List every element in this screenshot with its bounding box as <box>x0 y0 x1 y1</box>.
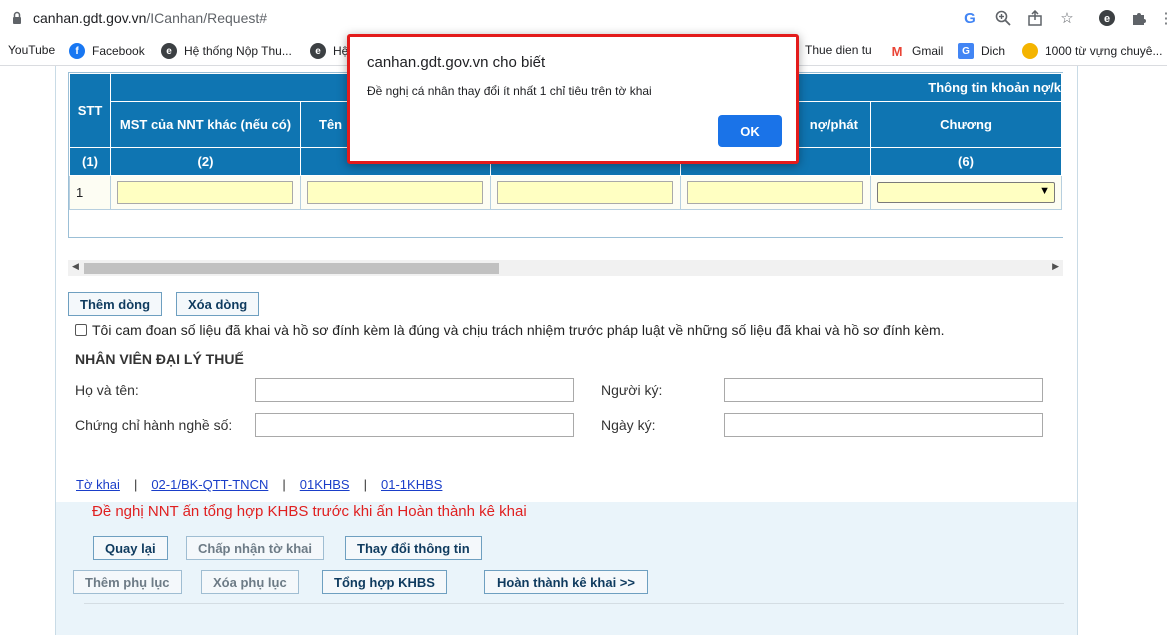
complete-declaration-button[interactable]: Hoàn thành kê khai >> <box>484 570 648 594</box>
table-row: 1 ▼ <box>69 175 1062 210</box>
table-cell <box>490 175 681 210</box>
alert-dialog: canhan.gdt.gov.vn cho biết Đề nghị cá nh… <box>347 34 799 164</box>
mst-input[interactable] <box>117 181 293 204</box>
tab-01khbs[interactable]: 01KHBS <box>300 477 350 492</box>
svg-text:e: e <box>1104 13 1110 25</box>
bookmark-label: Facebook <box>92 44 145 58</box>
signer-field[interactable] <box>724 378 1043 402</box>
warning-message: Đề nghị NNT ấn tổng hợp KHBS trước khi ấ… <box>92 503 527 520</box>
url-path: /ICanhan/Request# <box>146 10 268 26</box>
tab-to-khai[interactable]: Tờ khai <box>76 477 120 492</box>
bookmark-gmail[interactable]: M Gmail <box>889 43 943 59</box>
horizontal-scrollbar[interactable]: ◀ ▶ <box>68 260 1063 276</box>
cert-label: Chứng chỉ hành nghề số: <box>75 417 233 433</box>
agent-name-field[interactable] <box>255 378 574 402</box>
bookmark-label: Hệ thống Nộp Thu... <box>184 44 292 58</box>
zoom-icon[interactable] <box>993 8 1013 28</box>
bookmark-label: Dich <box>981 44 1006 58</box>
no-phat-input[interactable] <box>687 181 863 204</box>
bookmark-1000-tu-vung[interactable]: 1000 từ vựng chuyê... <box>1022 43 1162 59</box>
address-bar[interactable]: canhan.gdt.gov.vn/ICanhan/Request# G ☆ e… <box>0 0 1167 36</box>
scroll-right-icon[interactable]: ▶ <box>1052 261 1059 272</box>
table-cell: ▼ <box>870 175 1062 210</box>
extension-e-icon[interactable]: e <box>1097 8 1117 28</box>
add-appendix-button[interactable]: Thêm phụ lục <box>73 570 182 594</box>
bookmark-dich[interactable]: G Dich <box>958 43 1005 59</box>
summarize-khbs-button[interactable]: Tổng hợp KHBS <box>322 570 447 594</box>
sign-date-field[interactable] <box>724 413 1043 437</box>
lock-icon <box>13 11 21 24</box>
bookmark-facebook[interactable]: f Facebook <box>69 43 145 59</box>
add-row-button[interactable]: Thêm dòng <box>68 292 163 316</box>
declaration-checkbox[interactable] <box>75 324 87 336</box>
menu-icon[interactable]: ⋮ <box>1156 8 1167 28</box>
chuong-select[interactable]: ▼ <box>877 182 1055 203</box>
dialog-message: Đề nghị cá nhân thay đổi ít nhất 1 chỉ t… <box>367 84 652 98</box>
share-icon[interactable] <box>1025 8 1045 28</box>
bookmark-label: Thue dien tu <box>805 43 872 57</box>
bookmark-youtube[interactable]: YouTube <box>8 43 55 57</box>
col-number: (6) <box>870 147 1062 176</box>
bookmark-thue-dien-tu[interactable]: Thue dien tu <box>805 43 872 57</box>
agent-section-title: NHÂN VIÊN ĐẠI LÝ THUẾ <box>75 351 244 367</box>
table-cell <box>680 175 871 210</box>
site-e-icon: e <box>161 43 177 59</box>
bookmark-he-thong[interactable]: e Hệ thống Nộp Thu... <box>161 43 292 59</box>
col-chuong-header: Chương <box>870 101 1062 148</box>
cert-field[interactable] <box>255 413 574 437</box>
agent-name-label: Họ và tên: <box>75 382 139 398</box>
facebook-icon: f <box>69 43 85 59</box>
dialog-title: canhan.gdt.gov.vn cho biết <box>367 54 546 71</box>
translate-icon: G <box>958 43 974 59</box>
delete-row-button[interactable]: Xóa dòng <box>176 292 260 316</box>
chevron-down-icon: ▼ <box>1039 185 1050 197</box>
url-host: canhan.gdt.gov.vn <box>33 10 147 26</box>
accept-declaration-button[interactable]: Chấp nhận tờ khai <box>186 536 324 560</box>
signer-label: Người ký: <box>601 382 663 398</box>
row-index: 1 <box>69 175 111 210</box>
table-cell <box>300 175 491 210</box>
scroll-left-icon[interactable]: ◀ <box>72 261 79 272</box>
ten-input[interactable] <box>307 181 483 204</box>
scrollbar-thumb[interactable] <box>84 263 499 274</box>
extensions-puzzle-icon[interactable] <box>1129 8 1149 28</box>
table-cell <box>110 175 301 210</box>
url-text[interactable]: canhan.gdt.gov.vn/ICanhan/Request# <box>33 10 267 26</box>
sign-date-label: Ngày ký: <box>601 417 656 433</box>
bookmark-label: 1000 từ vựng chuyê... <box>1045 44 1163 58</box>
tab-separator: | <box>133 477 138 492</box>
col-stt-header: STT <box>69 73 111 148</box>
bookmark-label: YouTube <box>8 43 56 57</box>
divider <box>84 603 1064 604</box>
back-button[interactable]: Quay lại <box>93 536 168 560</box>
col-number: (1) <box>69 147 111 176</box>
ok-button[interactable]: OK <box>718 115 782 147</box>
col-number: (2) <box>110 147 301 176</box>
star-icon[interactable]: ☆ <box>1057 8 1077 28</box>
frame-border <box>1077 66 1078 635</box>
tab-separator: | <box>282 477 286 492</box>
bookmark-label: Gmail <box>912 44 944 58</box>
google-icon[interactable]: G <box>960 8 980 28</box>
action-panel <box>56 502 1077 635</box>
form-tabs: Tờ khai | 02-1/BK-QTT-TNCN | 01KHBS | 01… <box>76 477 442 492</box>
delete-appendix-button[interactable]: Xóa phụ lục <box>201 570 299 594</box>
table-input[interactable] <box>497 181 673 204</box>
col-mst-header: MST của NNT khác (nếu có) <box>110 101 301 148</box>
tab-02-1-bk[interactable]: 02-1/BK-QTT-TNCN <box>151 477 268 492</box>
declaration-row: Tôi cam đoan số liệu đã khai và hồ sơ đí… <box>75 322 945 338</box>
tab-separator: | <box>363 477 367 492</box>
site-e-icon: e <box>310 43 326 59</box>
declaration-text: Tôi cam đoan số liệu đã khai và hồ sơ đí… <box>92 322 945 338</box>
gmail-icon: M <box>889 43 905 59</box>
bookmark-he[interactable]: e Hệ <box>310 43 348 59</box>
site-circle-icon <box>1022 43 1038 59</box>
change-info-button[interactable]: Thay đổi thông tin <box>345 536 482 560</box>
tab-01-1khbs[interactable]: 01-1KHBS <box>381 477 442 492</box>
